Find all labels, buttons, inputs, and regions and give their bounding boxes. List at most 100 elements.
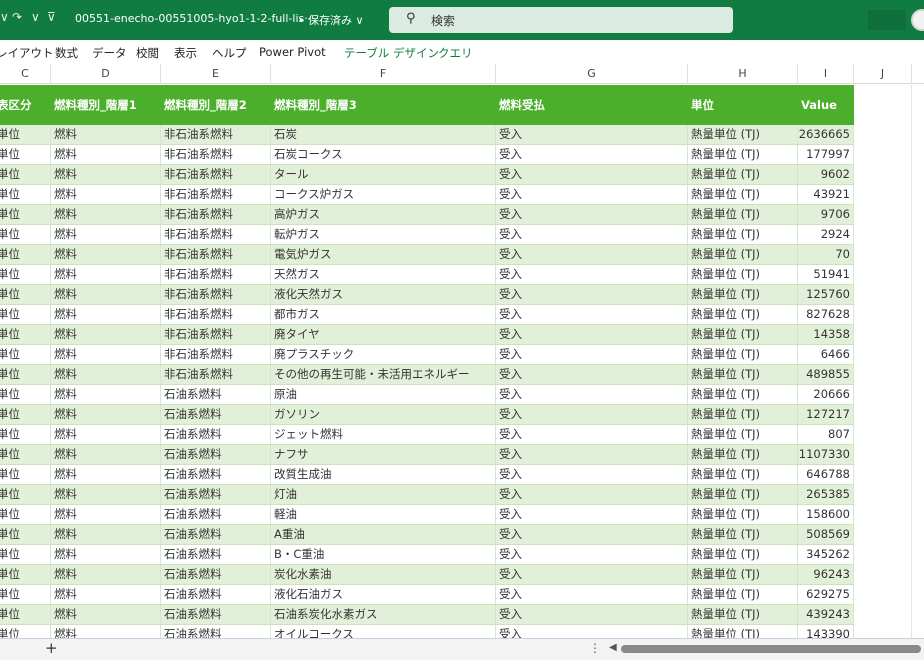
quick-access-dropdown-icon[interactable]: ∨ [0, 10, 9, 24]
cell-fuel-flow[interactable]: 受入 [496, 585, 688, 604]
cell-fuel-flow[interactable]: 受入 [496, 265, 688, 284]
cell-fuel-level3[interactable]: オイルコークス [271, 625, 496, 638]
cell-fuel-flow[interactable]: 受入 [496, 125, 688, 144]
cell-category[interactable]: 単位 [0, 405, 51, 424]
cell-fuel-level3[interactable]: 原油 [271, 385, 496, 404]
cell-fuel-level2[interactable]: 非石油系燃料 [161, 265, 271, 284]
cell-fuel-level1[interactable]: 燃料 [51, 145, 161, 164]
cell-category[interactable]: 単位 [0, 425, 51, 444]
cell-fuel-level2[interactable]: 非石油系燃料 [161, 225, 271, 244]
cell-fuel-flow[interactable]: 受入 [496, 625, 688, 638]
cell-value[interactable]: 646788 [798, 465, 854, 484]
cell-fuel-level3[interactable]: 石油系炭化水素ガス [271, 605, 496, 624]
cell-unit[interactable]: 熱量単位 (TJ) [688, 425, 798, 444]
document-title[interactable]: 00551-enecho-00551005-hyo1-1-2-full-lis·… [75, 12, 315, 25]
cell-fuel-level1[interactable]: 燃料 [51, 445, 161, 464]
cell-category[interactable]: 単位 [0, 125, 51, 144]
cell-fuel-level2[interactable]: 石油系燃料 [161, 525, 271, 544]
cell-category[interactable]: 単位 [0, 225, 51, 244]
cell-fuel-flow[interactable]: 受入 [496, 405, 688, 424]
cell-fuel-flow[interactable]: 受入 [496, 465, 688, 484]
cell-value[interactable]: 127217 [798, 405, 854, 424]
cell-fuel-flow[interactable]: 受入 [496, 605, 688, 624]
cell-fuel-level3[interactable]: 石炭コークス [271, 145, 496, 164]
tab-data[interactable]: データ [92, 45, 127, 61]
cell-value[interactable]: 2636665 [798, 125, 854, 144]
cell-fuel-level1[interactable]: 燃料 [51, 265, 161, 284]
cell-value[interactable]: 143390 [798, 625, 854, 638]
cell-fuel-flow[interactable]: 受入 [496, 385, 688, 404]
cell-category[interactable]: 単位 [0, 585, 51, 604]
cell-unit[interactable]: 熱量単位 (TJ) [688, 345, 798, 364]
tab-layout[interactable]: レイアウト [0, 45, 54, 61]
cell-category[interactable]: 単位 [0, 385, 51, 404]
column-header-e[interactable]: E [161, 64, 271, 84]
cell-fuel-level2[interactable]: 石油系燃料 [161, 385, 271, 404]
cell-fuel-level3[interactable]: ジェット燃料 [271, 425, 496, 444]
cell-value[interactable]: 14358 [798, 325, 854, 344]
cell-fuel-level2[interactable]: 石油系燃料 [161, 445, 271, 464]
cell-value[interactable]: 9706 [798, 205, 854, 224]
column-header-h[interactable]: H [688, 64, 798, 84]
cell-fuel-level2[interactable]: 非石油系燃料 [161, 245, 271, 264]
cell-fuel-level3[interactable]: 天然ガス [271, 265, 496, 284]
cell-fuel-flow[interactable]: 受入 [496, 425, 688, 444]
cell-unit[interactable]: 熱量単位 (TJ) [688, 285, 798, 304]
header-cell-value[interactable]: Value [798, 85, 854, 125]
cell-unit[interactable]: 熱量単位 (TJ) [688, 305, 798, 324]
column-header-g[interactable]: G [496, 64, 688, 84]
header-cell-fuel-level1[interactable]: 燃料種別_階層1 [51, 85, 161, 125]
cell-fuel-flow[interactable]: 受入 [496, 285, 688, 304]
cell-fuel-flow[interactable]: 受入 [496, 445, 688, 464]
cell-fuel-level3[interactable]: 廃タイヤ [271, 325, 496, 344]
cell-value[interactable]: 489855 [798, 365, 854, 384]
cell-fuel-level2[interactable]: 非石油系燃料 [161, 125, 271, 144]
cell-unit[interactable]: 熱量単位 (TJ) [688, 485, 798, 504]
cell-fuel-level1[interactable]: 燃料 [51, 325, 161, 344]
cell-fuel-level3[interactable]: 都市ガス [271, 305, 496, 324]
cell-unit[interactable]: 熱量単位 (TJ) [688, 205, 798, 224]
cell-fuel-level3[interactable]: 石炭 [271, 125, 496, 144]
cell-fuel-level2[interactable]: 非石油系燃料 [161, 205, 271, 224]
cell-fuel-level1[interactable]: 燃料 [51, 565, 161, 584]
cell-fuel-level1[interactable]: 燃料 [51, 505, 161, 524]
header-cell-unit[interactable]: 単位 [688, 85, 798, 125]
cell-value[interactable]: 20666 [798, 385, 854, 404]
header-cell-fuel-flow[interactable]: 燃料受払 [496, 85, 688, 125]
cell-fuel-level3[interactable]: 炭化水素油 [271, 565, 496, 584]
cell-fuel-flow[interactable]: 受入 [496, 205, 688, 224]
cell-fuel-level2[interactable]: 石油系燃料 [161, 485, 271, 504]
cell-category[interactable]: 単位 [0, 605, 51, 624]
cell-value[interactable]: 827628 [798, 305, 854, 324]
cell-fuel-flow[interactable]: 受入 [496, 305, 688, 324]
cell-category[interactable]: 単位 [0, 305, 51, 324]
cell-fuel-level1[interactable]: 燃料 [51, 545, 161, 564]
cell-category[interactable]: 単位 [0, 485, 51, 504]
cell-unit[interactable]: 熱量単位 (TJ) [688, 245, 798, 264]
column-header-j[interactable]: J [854, 64, 912, 84]
tab-view[interactable]: 表示 [174, 45, 197, 61]
cell-fuel-flow[interactable]: 受入 [496, 565, 688, 584]
cell-fuel-flow[interactable]: 受入 [496, 525, 688, 544]
cell-category[interactable]: 単位 [0, 245, 51, 264]
more-options-icon[interactable]: ⋮ [589, 641, 601, 655]
cell-unit[interactable]: 熱量単位 (TJ) [688, 625, 798, 638]
cell-fuel-level3[interactable]: コークス炉ガス [271, 185, 496, 204]
cell-unit[interactable]: 熱量単位 (TJ) [688, 445, 798, 464]
horizontal-scrollbar[interactable] [621, 645, 921, 653]
cell-fuel-level1[interactable]: 燃料 [51, 185, 161, 204]
cell-fuel-level3[interactable]: 灯油 [271, 485, 496, 504]
cell-fuel-flow[interactable]: 受入 [496, 145, 688, 164]
cell-fuel-level3[interactable]: A重油 [271, 525, 496, 544]
title-bar-button[interactable] [868, 10, 906, 30]
column-header-c[interactable]: C [0, 64, 51, 84]
cell-value[interactable]: 345262 [798, 545, 854, 564]
cell-fuel-level1[interactable]: 燃料 [51, 365, 161, 384]
cell-unit[interactable]: 熱量単位 (TJ) [688, 325, 798, 344]
redo-icon[interactable]: ↷ [12, 10, 22, 24]
cell-fuel-level2[interactable]: 石油系燃料 [161, 465, 271, 484]
cell-category[interactable]: 単位 [0, 205, 51, 224]
cell-fuel-level1[interactable]: 燃料 [51, 345, 161, 364]
cell-fuel-level1[interactable]: 燃料 [51, 245, 161, 264]
cell-category[interactable]: 単位 [0, 145, 51, 164]
